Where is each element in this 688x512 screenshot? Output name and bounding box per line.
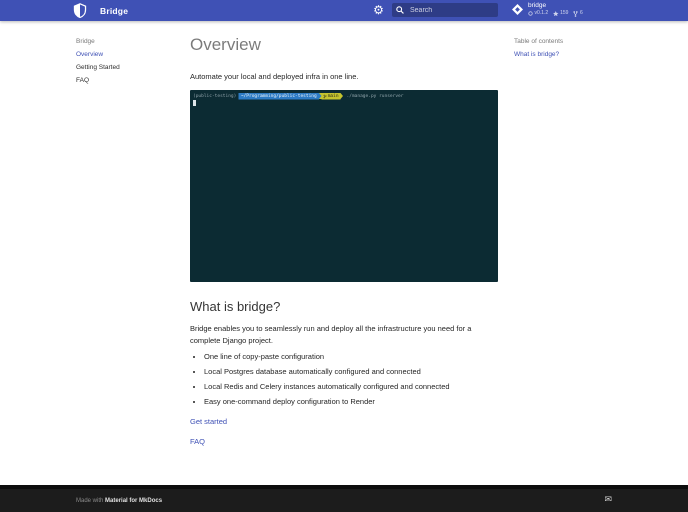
footer-credit: Made with Material for MkDocs xyxy=(76,498,162,504)
content-area: Bridge Overview Getting Started FAQ Tabl… xyxy=(76,21,612,489)
sidebar-item-faq[interactable]: FAQ xyxy=(76,77,186,84)
terminal-cursor xyxy=(193,100,196,106)
footer-brand-link[interactable]: Material for MkDocs xyxy=(105,498,162,504)
section-heading: What is bridge? xyxy=(190,299,281,314)
app-header: Bridge ⚙ bridge v0. xyxy=(0,0,688,21)
feature-item: One line of copy-paste configuration xyxy=(204,353,498,361)
terminal-path-segment: ~/Programming/public-testing xyxy=(238,93,320,100)
terminal-screenshot: (public-testing) ~/Programming/public-te… xyxy=(190,90,498,282)
page: Bridge ⚙ bridge v0. xyxy=(0,0,688,512)
intro-text: Automate your local and deployed infra i… xyxy=(190,72,359,81)
feature-item: Local Redis and Celery instances automat… xyxy=(204,383,498,391)
email-icon[interactable]: ✉ xyxy=(604,496,612,505)
shield-logo-icon xyxy=(73,3,87,18)
sidebar-nav: Bridge Overview Getting Started FAQ xyxy=(76,38,186,90)
star-icon xyxy=(553,10,559,16)
search-bar[interactable] xyxy=(392,3,498,17)
terminal-branch-name: main xyxy=(327,93,339,99)
repo-version: v0.1.2 xyxy=(534,10,549,16)
page-title: Overview xyxy=(190,35,261,54)
repo-stars: 159 xyxy=(560,10,569,16)
section-paragraph: Bridge enables you to seamlessly run and… xyxy=(190,324,472,345)
article: Overview Automate your local and deploye… xyxy=(190,21,498,446)
feature-list: One line of copy-paste configuration Loc… xyxy=(190,353,498,406)
repo-name: bridge xyxy=(528,2,547,9)
feature-item: Easy one-command deploy configuration to… xyxy=(204,398,498,406)
toc-title: Table of contents xyxy=(514,38,564,45)
fork-icon xyxy=(573,10,579,17)
repo-diamond-icon xyxy=(512,4,523,15)
sidebar-item-getting-started[interactable]: Getting Started xyxy=(76,64,186,71)
sidebar-item-overview[interactable]: Overview xyxy=(76,51,186,58)
terminal-command: ./manage.py runserver xyxy=(346,93,404,99)
feature-item: Local Postgres database automatically co… xyxy=(204,368,498,376)
page-footer: Made with Material for MkDocs ✉ xyxy=(0,485,688,512)
repo-forks: 6 xyxy=(579,10,583,16)
version-tag-icon xyxy=(528,11,533,16)
site-title: Bridge xyxy=(100,6,129,16)
toc-item-what-is-bridge[interactable]: What is bridge? xyxy=(514,51,612,58)
git-branch-icon xyxy=(323,94,327,99)
terminal-venv: (public-testing) xyxy=(193,93,237,99)
search-input[interactable] xyxy=(408,5,494,15)
search-icon xyxy=(396,6,404,14)
settings-gear-icon[interactable]: ⚙ xyxy=(370,2,387,19)
faq-link[interactable]: FAQ xyxy=(190,437,498,446)
repo-stats: v0.1.2 159 6 xyxy=(528,10,583,17)
terminal-branch-segment: main xyxy=(321,93,341,100)
sidebar-site-title: Bridge xyxy=(76,38,95,45)
terminal-prompt-line: (public-testing) ~/Programming/public-te… xyxy=(193,93,498,100)
footer-made-with-text: Made with xyxy=(76,497,104,504)
powerline-arrow xyxy=(340,93,344,99)
repo-link[interactable]: bridge v0.1.2 159 6 xyxy=(512,2,583,17)
table-of-contents: Table of contents What is bridge? xyxy=(514,38,612,58)
get-started-link[interactable]: Get started xyxy=(190,417,498,426)
